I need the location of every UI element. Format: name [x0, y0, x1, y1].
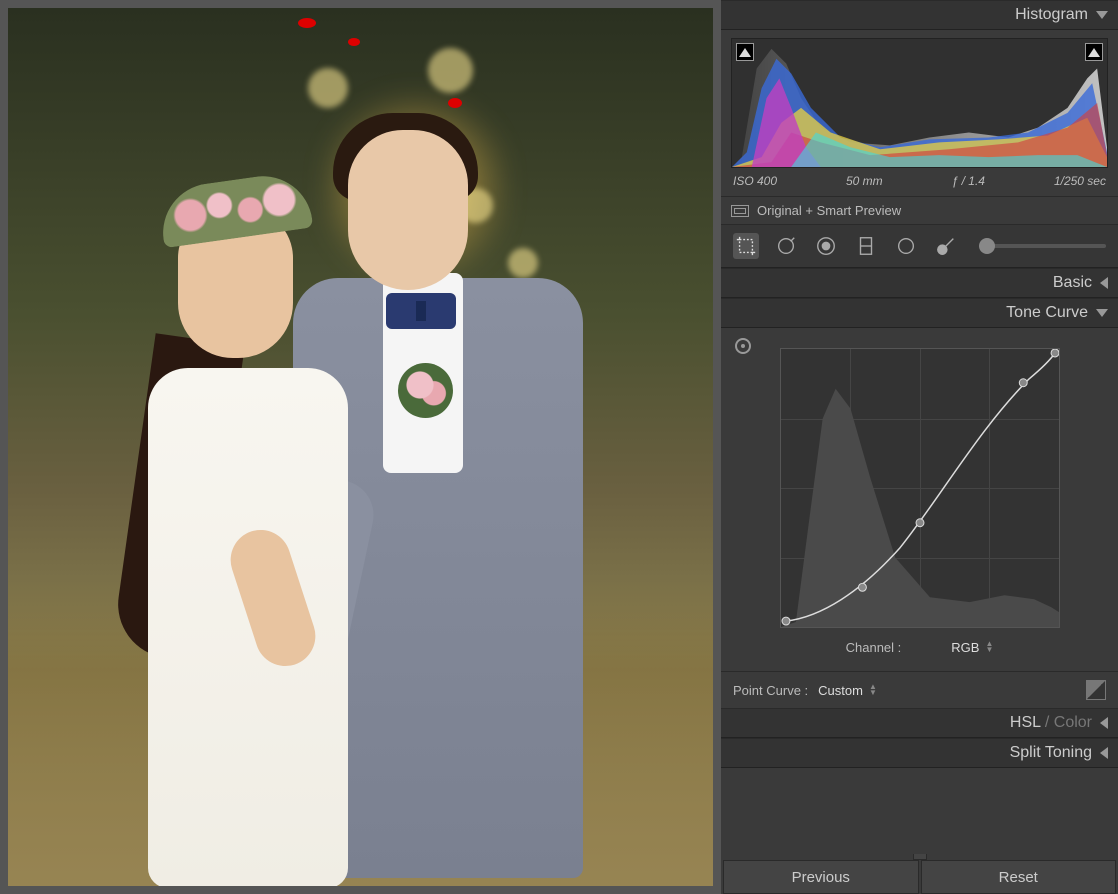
histogram-panel-header[interactable]: Histogram	[721, 0, 1118, 30]
split-toning-panel-header[interactable]: Split Toning	[721, 738, 1118, 768]
basic-title: Basic	[1053, 274, 1092, 292]
spot-removal-tool[interactable]	[773, 233, 799, 259]
channel-label: Channel :	[846, 640, 902, 655]
histogram-panel: ISO 400 50 mm ƒ / 1.4 1/250 sec	[721, 30, 1118, 196]
local-adjustment-toolstrip	[721, 224, 1118, 268]
smart-preview-icon	[731, 205, 749, 217]
tone-curve-title: Tone Curve	[1006, 304, 1088, 322]
tone-curve-panel: Channel : RGB▲▼	[721, 328, 1118, 671]
develop-panel: Histogram ISO 40	[721, 0, 1118, 894]
hsl-color-panel-header[interactable]: HSL / Color	[721, 708, 1118, 738]
reset-button[interactable]: Reset	[921, 860, 1117, 894]
radial-filter-tool[interactable]	[893, 233, 919, 259]
channel-dropdown[interactable]: RGB▲▼	[951, 640, 993, 655]
previous-button[interactable]: Previous	[723, 860, 919, 894]
edited-photo	[8, 8, 713, 886]
image-preview-area[interactable]	[0, 0, 721, 894]
graduated-filter-tool[interactable]	[853, 233, 879, 259]
histogram-graph[interactable]	[731, 38, 1108, 168]
chevron-down-icon	[1096, 11, 1108, 19]
adjustment-brush-tool[interactable]	[933, 233, 959, 259]
tone-curve-panel-header[interactable]: Tone Curve	[721, 298, 1118, 328]
mask-overlay-slider[interactable]	[979, 244, 1106, 248]
hsl-title: HSL	[1010, 714, 1041, 731]
exif-iso: ISO 400	[733, 174, 777, 188]
chevron-left-icon	[1100, 747, 1108, 759]
panel-handle-icon[interactable]	[913, 854, 927, 860]
exif-readout: ISO 400 50 mm ƒ / 1.4 1/250 sec	[731, 168, 1108, 190]
targeted-adjustment-icon[interactable]	[735, 338, 751, 354]
exif-shutter: 1/250 sec	[1054, 174, 1106, 188]
point-curve-row: Point Curve : Custom▲▼	[721, 671, 1118, 708]
hsl-color-suffix: / Color	[1040, 714, 1092, 731]
point-curve-label: Point Curve :	[733, 683, 808, 698]
preview-mode-row[interactable]: Original + Smart Preview	[721, 196, 1118, 224]
chevron-down-icon	[1096, 309, 1108, 317]
preview-mode-label: Original + Smart Preview	[757, 203, 901, 218]
chevron-left-icon	[1100, 277, 1108, 289]
exif-aperture: ƒ / 1.4	[952, 174, 985, 188]
crop-tool[interactable]	[733, 233, 759, 259]
tone-curve-channel-row: Channel : RGB▲▼	[731, 632, 1108, 663]
split-toning-title: Split Toning	[1010, 744, 1092, 762]
red-eye-tool[interactable]	[813, 233, 839, 259]
histogram-title: Histogram	[1015, 6, 1088, 24]
tone-curve-graph[interactable]	[780, 348, 1060, 628]
exif-focal-length: 50 mm	[846, 174, 883, 188]
point-curve-toggle-icon[interactable]	[1086, 680, 1106, 700]
point-curve-dropdown[interactable]: Custom▲▼	[818, 683, 877, 698]
basic-panel-header[interactable]: Basic	[721, 268, 1118, 298]
chevron-left-icon	[1100, 717, 1108, 729]
